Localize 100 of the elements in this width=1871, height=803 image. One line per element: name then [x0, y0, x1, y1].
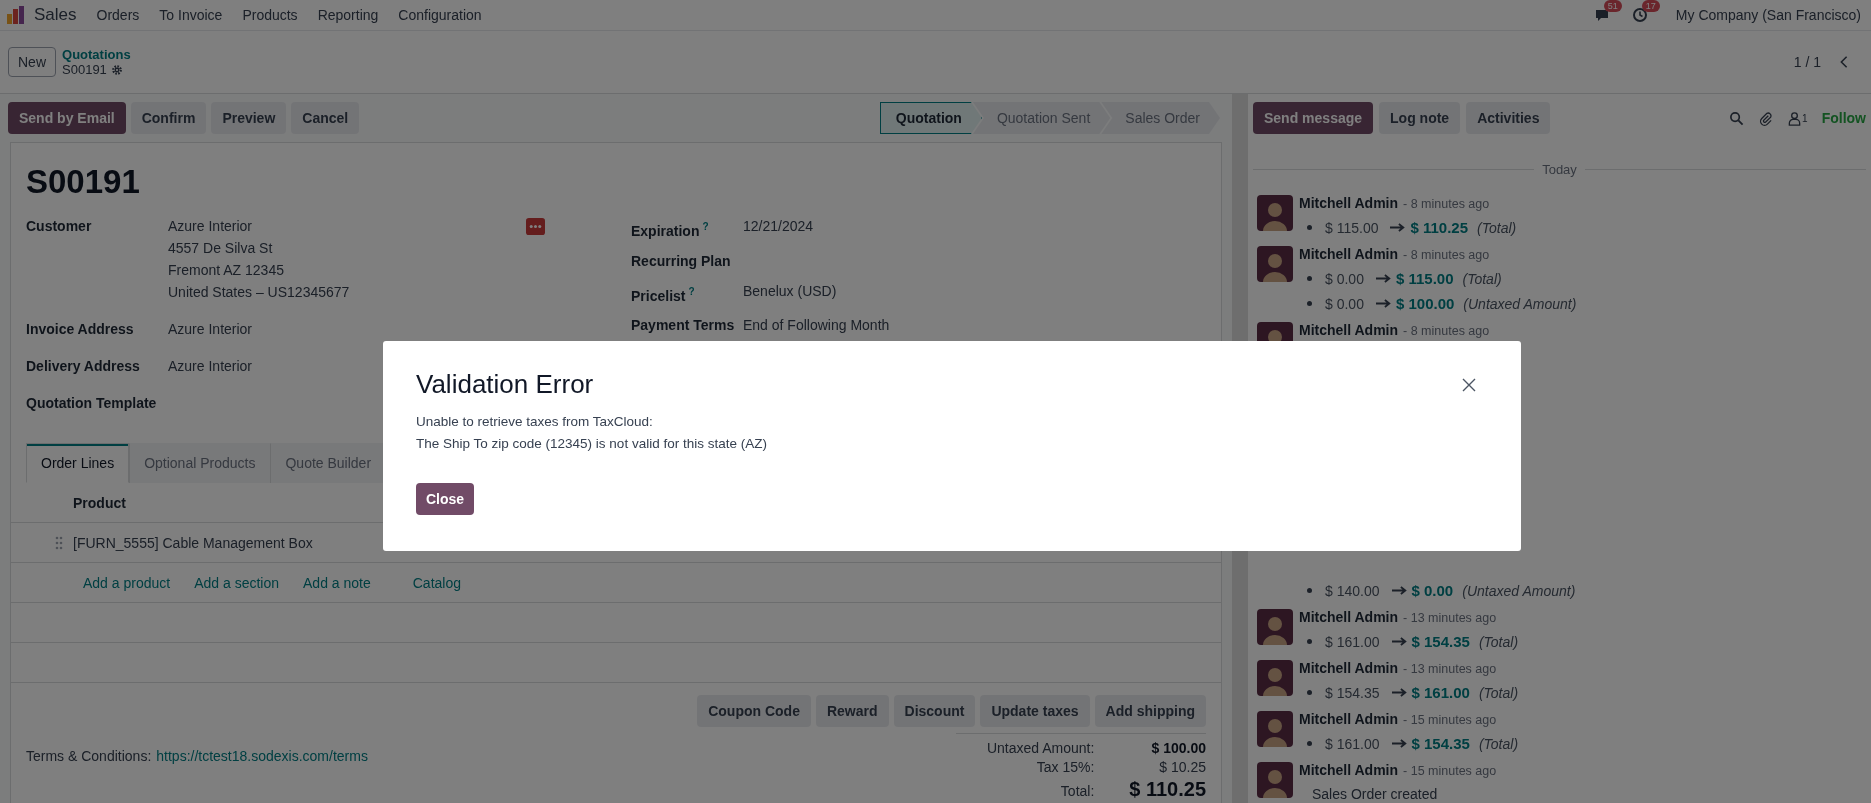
old-value: $ 115.00: [1325, 219, 1379, 236]
changed-field: (Total): [1462, 270, 1502, 287]
breadcrumb-link[interactable]: Quotations: [62, 47, 131, 62]
message-author[interactable]: Mitchell Admin: [1299, 609, 1399, 625]
order-button[interactable]: Add shipping: [1094, 695, 1206, 727]
user-icon[interactable]: [1787, 110, 1803, 126]
total-value: $ 110.25: [1129, 778, 1206, 801]
chatter-button[interactable]: Send message: [1253, 102, 1374, 134]
old-value: $ 161.00: [1325, 633, 1380, 650]
chevron-left-icon[interactable]: [1839, 55, 1849, 69]
message-time: - 8 minutes ago: [1403, 248, 1490, 262]
arrow-right-icon: [1390, 223, 1407, 232]
app-logo-icon[interactable]: [6, 5, 26, 25]
search-icon[interactable]: [1729, 110, 1745, 126]
order-button[interactable]: Update taxes: [980, 695, 1090, 727]
bullet-icon: [1307, 276, 1312, 281]
status-step[interactable]: Quotation: [879, 102, 982, 134]
message-author[interactable]: Mitchell Admin: [1299, 660, 1399, 676]
field-label: Payment Terms: [631, 317, 735, 334]
clock-icon[interactable]: [1631, 7, 1648, 23]
message-time: - 8 minutes ago: [1403, 324, 1490, 338]
close-icon[interactable]: [1461, 376, 1477, 393]
arrow-right-icon: [1375, 299, 1392, 308]
help-tooltip-mark[interactable]: ?: [702, 221, 709, 232]
menu-item[interactable]: Configuration: [398, 7, 482, 23]
message-author[interactable]: Mitchell Admin: [1299, 195, 1399, 211]
message-author[interactable]: Mitchell Admin: [1299, 762, 1399, 778]
notebook-tab[interactable]: Optional Products: [129, 443, 271, 483]
follower-count[interactable]: 1: [1802, 112, 1808, 124]
action-button[interactable]: Cancel: [291, 102, 360, 134]
chat-icon[interactable]: [1593, 7, 1610, 23]
message-author[interactable]: Mitchell Admin: [1299, 322, 1399, 338]
changed-field: (Total): [1478, 684, 1519, 701]
total-value: $ 100.00: [1151, 740, 1206, 756]
bullet-icon: [1307, 588, 1312, 593]
menu-item[interactable]: Orders: [96, 7, 140, 23]
order-button[interactable]: Discount: [893, 695, 976, 727]
chatter-button[interactable]: Log note: [1379, 102, 1461, 134]
add-line-link[interactable]: Add a product: [83, 574, 171, 591]
message-author[interactable]: Mitchell Admin: [1299, 246, 1399, 262]
terms-label: Terms & Conditions:: [26, 748, 152, 766]
field-value[interactable]: Azure Interior: [168, 320, 526, 339]
message-count-badge: 51: [1603, 0, 1622, 12]
arrow-right-icon: [1391, 739, 1408, 748]
field-value[interactable]: Azure Interior: [168, 217, 526, 236]
chatter-button[interactable]: Activities: [1466, 102, 1551, 134]
message-time: - 8 minutes ago: [1403, 197, 1490, 211]
table-cell[interactable]: [FURN_5555] Cable Management Box: [73, 534, 313, 551]
drag-handle-icon[interactable]: [55, 535, 63, 550]
help-tooltip-mark[interactable]: ?: [688, 285, 695, 297]
new-button[interactable]: New: [8, 47, 56, 77]
field-value[interactable]: Fremont AZ 12345: [168, 261, 526, 280]
activity-count-badge: 17: [1641, 0, 1660, 12]
changed-field: (Total): [1478, 735, 1519, 752]
field-value[interactable]: United States – US12345677: [168, 283, 526, 302]
changed-field: (Total): [1478, 633, 1519, 650]
gear-icon[interactable]: [110, 63, 123, 76]
message-author[interactable]: Mitchell Admin: [1299, 711, 1399, 727]
menu-item[interactable]: Reporting: [317, 7, 379, 23]
terms-link[interactable]: https://tctest18.sodexis.com/terms: [156, 748, 368, 801]
field-label: Expiration: [631, 222, 700, 239]
arrow-right-icon: [1391, 586, 1408, 595]
paperclip-icon[interactable]: [1758, 110, 1774, 126]
menu-item[interactable]: Products: [242, 7, 298, 23]
status-step[interactable]: Sales Order: [1101, 102, 1220, 134]
pager-value[interactable]: 1 / 1: [1793, 54, 1821, 70]
column-header[interactable]: Product: [73, 494, 126, 511]
new-value: $ 154.35: [1411, 633, 1470, 650]
arrow-right-icon: [1391, 637, 1408, 646]
action-button[interactable]: Confirm: [130, 102, 207, 134]
action-button[interactable]: Preview: [211, 102, 287, 134]
order-button[interactable]: Reward: [815, 695, 889, 727]
close-button[interactable]: Close: [416, 483, 475, 515]
bullet-icon: [1307, 741, 1312, 746]
company-switcher[interactable]: My Company (San Francisco): [1675, 7, 1861, 23]
error-message: Unable to retrieve taxes from TaxCloud:: [416, 413, 654, 431]
ellipsis-icon[interactable]: [526, 217, 545, 236]
catalog-link[interactable]: Catalog: [412, 574, 461, 591]
field-value[interactable]: End of Following Month: [743, 316, 890, 336]
add-line-link[interactable]: Add a note: [303, 574, 371, 591]
field-value[interactable]: 4557 De Silva St: [168, 239, 526, 258]
field-value[interactable]: 12/21/2024: [743, 217, 890, 236]
total-label: Total:: [1060, 783, 1095, 799]
bullet-icon: [1307, 225, 1312, 230]
menu-item[interactable]: To Invoice: [159, 7, 223, 23]
status-step[interactable]: Quotation Sent: [972, 102, 1111, 134]
message-time: - 13 minutes ago: [1403, 611, 1497, 625]
action-button[interactable]: Send by Email: [8, 102, 126, 134]
field-value[interactable]: Benelux (USD): [743, 281, 890, 301]
field-label: Customer: [26, 217, 93, 236]
app-name[interactable]: Sales: [34, 5, 77, 25]
old-value: $ 0.00: [1325, 270, 1364, 287]
add-line-link[interactable]: Add a section: [194, 574, 279, 591]
old-value: $ 161.00: [1325, 735, 1380, 752]
order-button[interactable]: Coupon Code: [697, 695, 811, 727]
record-title: S00191: [26, 163, 141, 201]
bullet-icon: [1307, 690, 1312, 695]
old-value: $ 140.00: [1325, 582, 1380, 599]
notebook-tab[interactable]: Order Lines: [26, 443, 130, 483]
follow-link[interactable]: Follow: [1821, 110, 1866, 126]
